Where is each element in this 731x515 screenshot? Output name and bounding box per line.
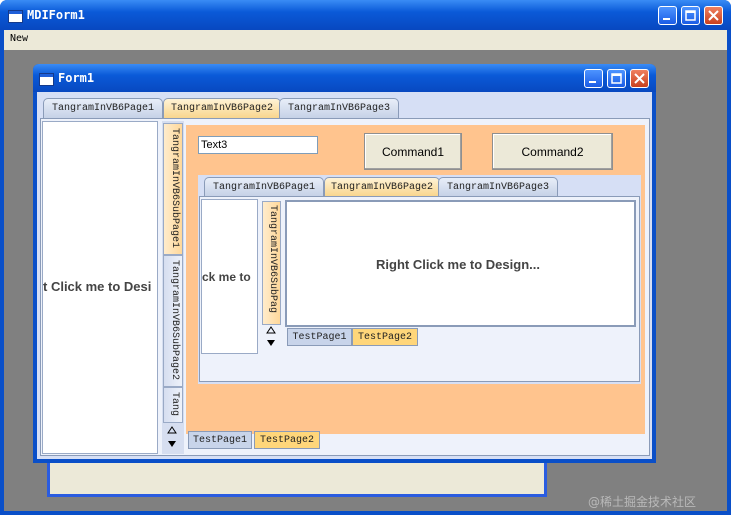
vtab-scroll-down-icon[interactable] bbox=[165, 439, 179, 449]
inner-tab-page3[interactable]: TangramInVB6Page3 bbox=[438, 177, 558, 197]
design-prompt-text: Right Click me to Design... bbox=[376, 257, 540, 272]
peach-panel: Text3 Command1 Command2 TangramInVB6Page… bbox=[186, 125, 645, 434]
text3-input[interactable]: Text3 bbox=[198, 136, 318, 154]
inner-tab-page2[interactable]: TangramInVB6Page2 bbox=[324, 177, 440, 197]
bottom-tab-testpage2[interactable]: TestPage2 bbox=[254, 431, 320, 449]
form1-title: Form1 bbox=[58, 71, 95, 85]
minimize-button[interactable] bbox=[658, 6, 677, 25]
form1-minimize-button[interactable] bbox=[584, 69, 603, 88]
maximize-icon bbox=[611, 73, 622, 84]
inner-vtab-label: TangramInVB6SubPag bbox=[267, 205, 278, 314]
mdi-title: MDIForm1 bbox=[27, 8, 85, 22]
inner-left-panel[interactable]: ck me to bbox=[201, 199, 258, 354]
tab-page1[interactable]: TangramInVB6Page1 bbox=[43, 98, 163, 119]
left-design-text: t Click me to Desi bbox=[43, 279, 152, 294]
form1-close-button[interactable] bbox=[630, 69, 649, 88]
inner-vtab-down-icon[interactable] bbox=[264, 338, 278, 348]
maximize-button[interactable] bbox=[681, 6, 700, 25]
close-icon bbox=[634, 73, 645, 84]
vtab-subpage2[interactable]: TangramInVB6SubPage2 bbox=[163, 255, 183, 387]
inner-design-panel[interactable]: Right Click me to Design... bbox=[285, 200, 636, 327]
watermark: @稀土掘金技术社区 bbox=[588, 495, 697, 509]
tab-page3[interactable]: TangramInVB6Page3 bbox=[279, 98, 399, 119]
vtab-subpage3[interactable]: Tang bbox=[163, 387, 183, 423]
vtab-subpage1-label: TangramInVB6SubPage1 bbox=[169, 128, 180, 249]
vtab-subpage3-label: Tang bbox=[169, 392, 180, 417]
minimize-icon bbox=[663, 18, 670, 20]
close-icon bbox=[708, 10, 719, 21]
inner-tab-control: TangramInVB6Page1 TangramInVB6Page2 Tang… bbox=[198, 175, 641, 384]
form1-client: TangramInVB6Page1 TangramInVB6Page2 Tang… bbox=[37, 92, 652, 459]
close-button[interactable] bbox=[704, 6, 723, 25]
form1-maximize-button[interactable] bbox=[607, 69, 626, 88]
command2-button[interactable]: Command2 bbox=[492, 133, 613, 170]
left-design-panel[interactable]: t Click me to Desi bbox=[42, 121, 158, 454]
vtab-subpage2-label: TangramInVB6SubPage2 bbox=[169, 260, 180, 381]
vtab-scroll-up-icon[interactable] bbox=[165, 425, 179, 435]
inner-bottom-tab-testpage1[interactable]: TestPage1 bbox=[287, 328, 352, 346]
form1-window: Form1 TangramInVB6Page1 TangramInVB6Page… bbox=[33, 64, 656, 463]
form1-titlebar[interactable]: Form1 bbox=[33, 64, 656, 92]
mdi-menubar: New bbox=[4, 30, 727, 50]
mdi-titlebar[interactable]: MDIForm1 bbox=[0, 0, 731, 30]
tab-page2[interactable]: TangramInVB6Page2 bbox=[163, 98, 281, 119]
inner-vtab-subpage[interactable]: TangramInVB6SubPag bbox=[262, 201, 281, 325]
form1-app-icon bbox=[39, 72, 58, 86]
minimize-icon bbox=[589, 81, 596, 83]
mdi-app-icon bbox=[8, 9, 27, 23]
inner-left-design-text: ck me to bbox=[202, 270, 251, 284]
inner-bottom-tab-testpage2[interactable]: TestPage2 bbox=[352, 328, 418, 346]
command1-button[interactable]: Command1 bbox=[364, 133, 462, 170]
vtab-subpage1[interactable]: TangramInVB6SubPage1 bbox=[163, 123, 183, 255]
inner-tab-page1[interactable]: TangramInVB6Page1 bbox=[204, 177, 324, 197]
maximize-icon bbox=[685, 10, 696, 21]
bottom-tab-testpage1[interactable]: TestPage1 bbox=[188, 431, 252, 449]
inner-vtab-up-icon[interactable] bbox=[264, 325, 278, 335]
menu-item-new[interactable]: New bbox=[10, 33, 28, 44]
